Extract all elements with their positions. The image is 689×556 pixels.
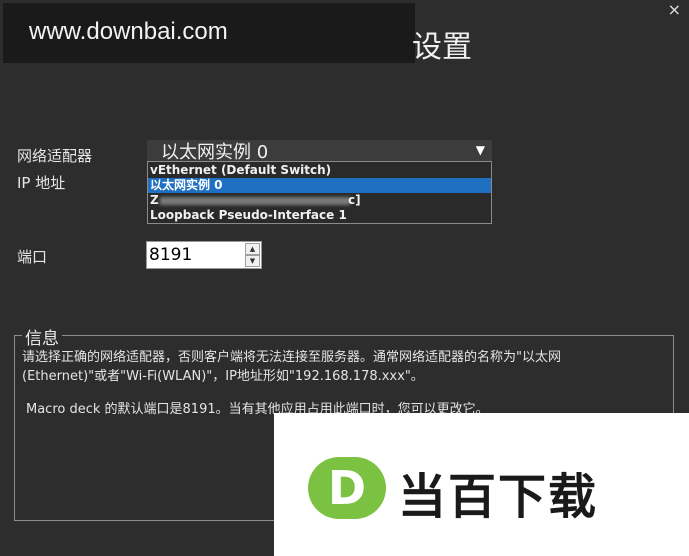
port-label: 端口: [17, 248, 48, 266]
brand-text: 当百下载: [398, 469, 599, 525]
window-title: 设置: [412, 30, 472, 65]
adapter-option-start: Z: [150, 193, 159, 207]
close-icon[interactable]: ×: [668, 0, 681, 19]
adapter-option[interactable]: Loopback Pseudo-Interface 1: [148, 208, 491, 223]
adapter-option[interactable]: Z c]: [148, 193, 491, 208]
adapter-dropdown-list: vEthernet (Default Switch) 以太网实例 0 Z c] …: [147, 161, 492, 224]
port-up-button[interactable]: ▲: [245, 243, 260, 255]
watermark-banner: www.downbai.com: [3, 3, 415, 63]
adapter-label: 网络适配器: [17, 147, 93, 165]
logo-icon: D: [308, 457, 386, 519]
chevron-down-icon[interactable]: ▼: [476, 143, 485, 157]
watermark-text: www.downbai.com: [29, 18, 228, 45]
port-down-button[interactable]: ▼: [245, 255, 260, 267]
port-stepper[interactable]: ▲ ▼: [146, 241, 262, 269]
adapter-option[interactable]: vEthernet (Default Switch): [148, 163, 491, 178]
adapter-option-selected[interactable]: 以太网实例 0: [148, 178, 491, 193]
promo-banner: D 当百下载: [274, 413, 689, 556]
adapter-select[interactable]: 以太网实例 0 ▼: [147, 140, 492, 163]
logo-letter: D: [327, 461, 367, 515]
redacted-blur: [160, 197, 350, 205]
adapter-option-end: c]: [348, 193, 361, 207]
info-line: 请选择正确的网络适配器，否则客户端将无法连接至服务器。通常网络适配器的名称为"以…: [22, 350, 561, 365]
info-title: 信息: [22, 324, 62, 349]
port-input[interactable]: [147, 242, 243, 268]
ip-label: IP 地址: [17, 174, 66, 192]
info-line: (Ethernet)"或者"Wi-Fi(WLAN)"，IP地址形如"192.16…: [22, 369, 424, 384]
